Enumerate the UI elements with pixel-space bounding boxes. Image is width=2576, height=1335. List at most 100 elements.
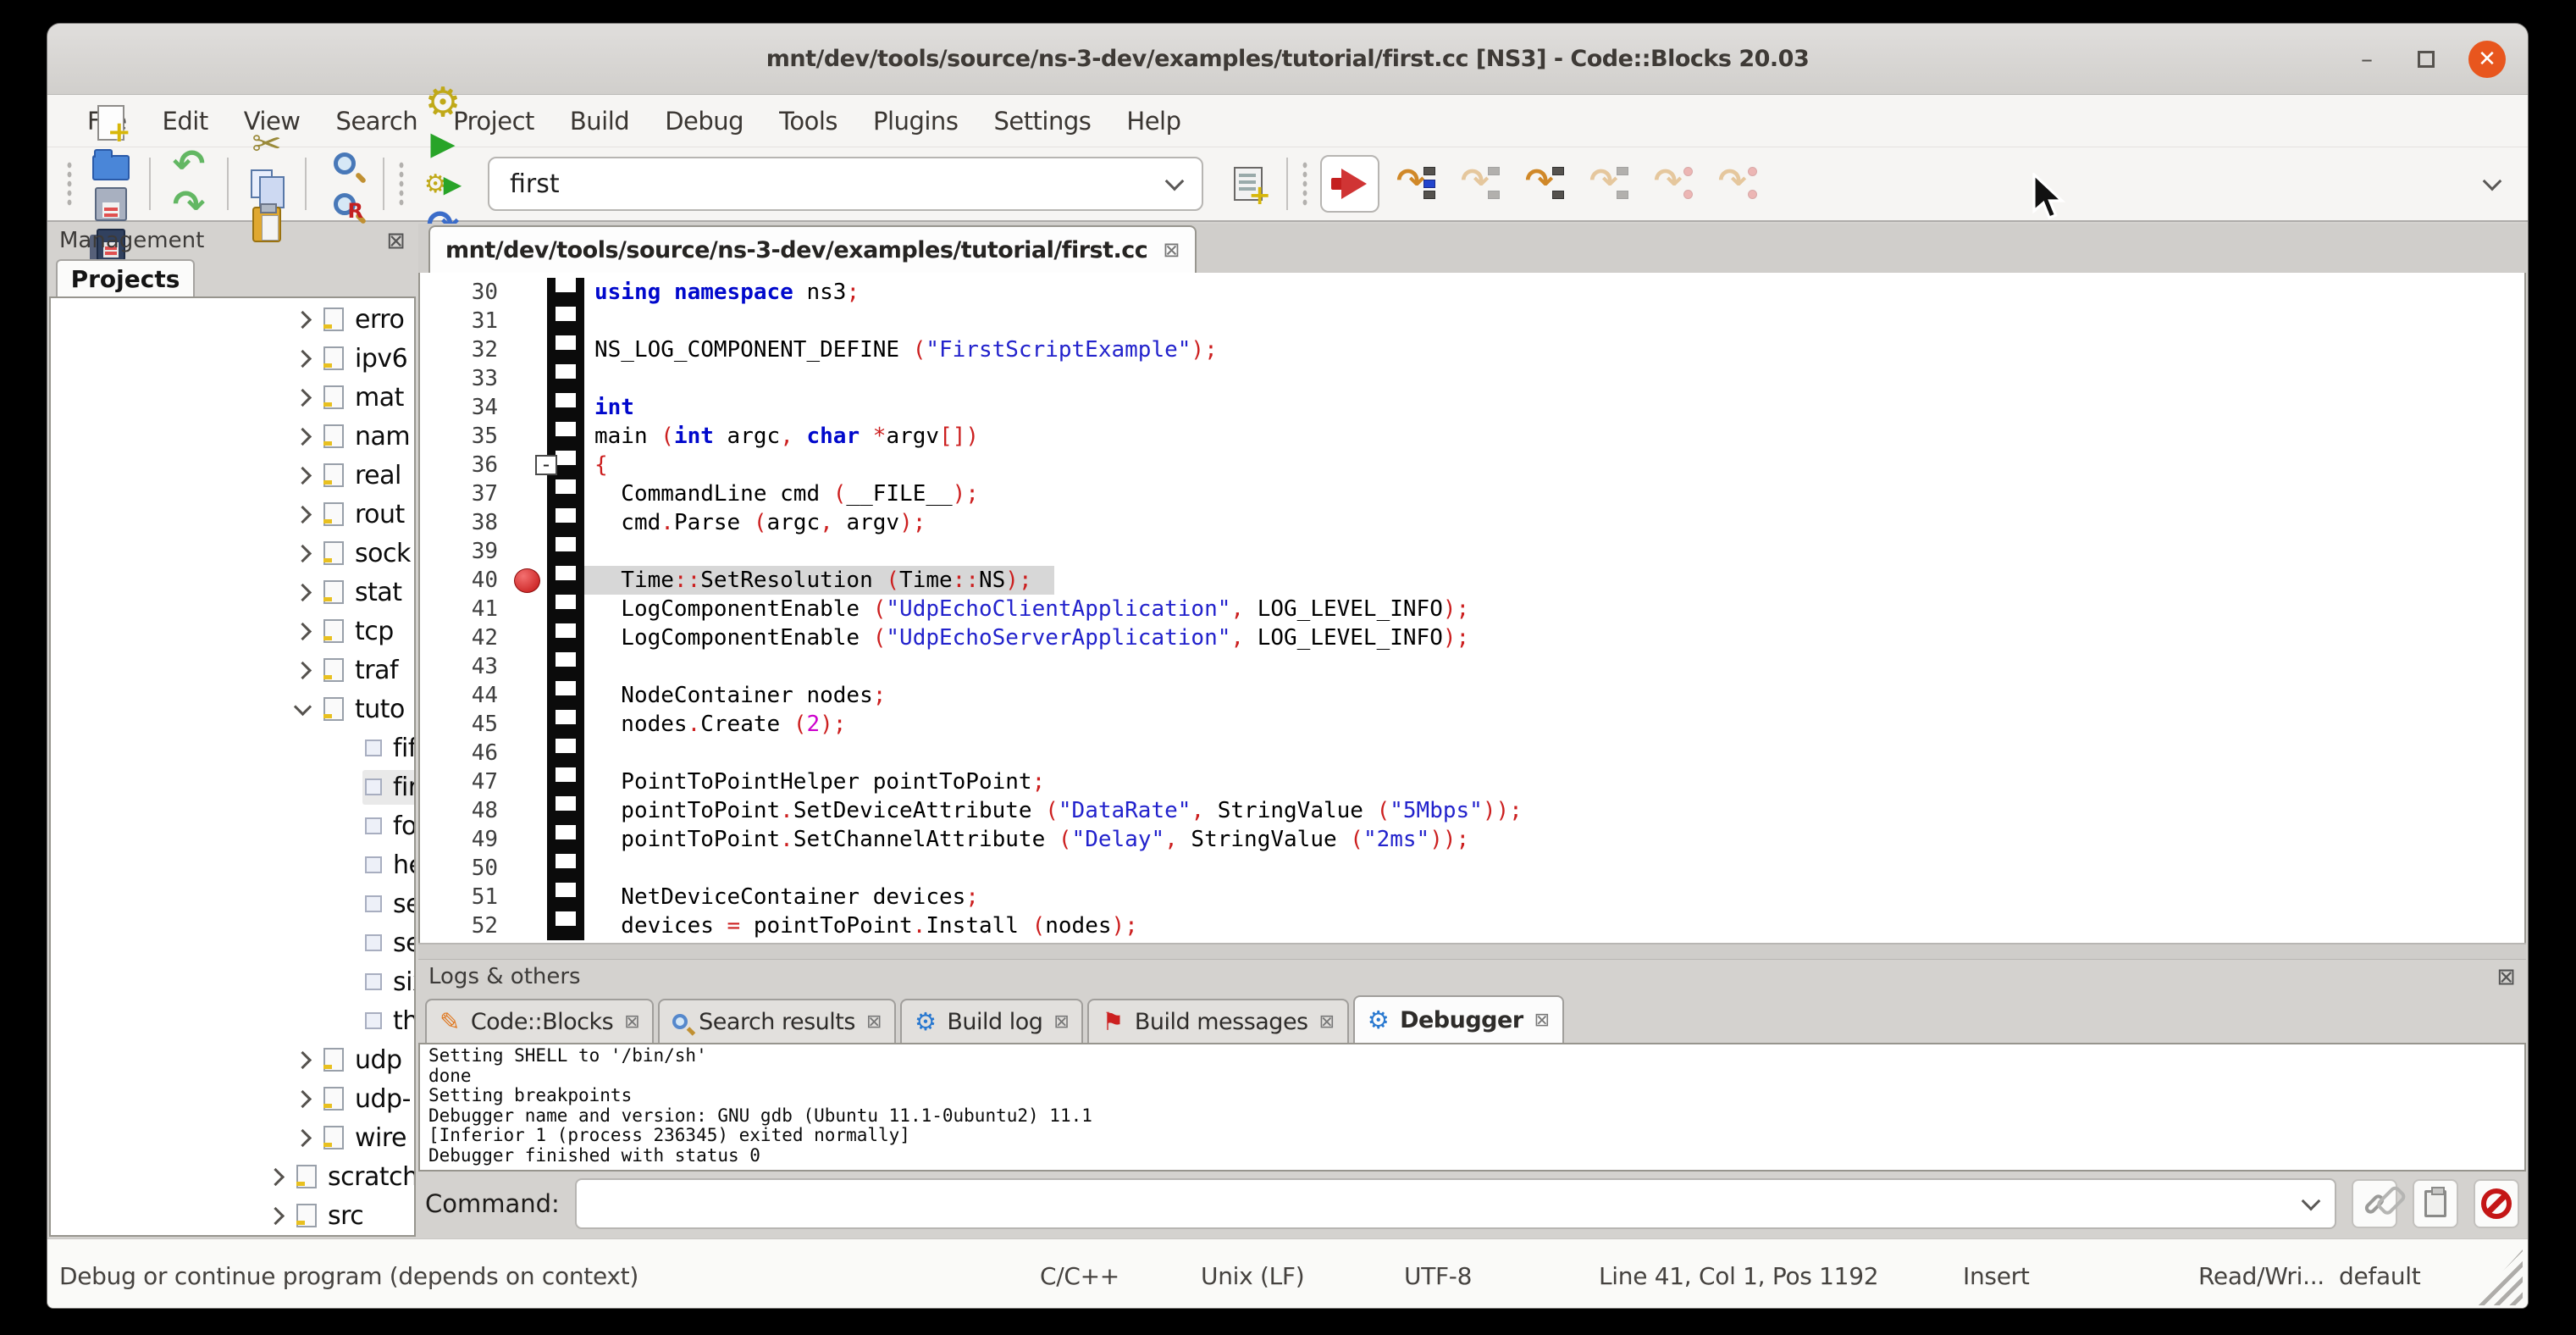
fold-margin[interactable]	[547, 854, 584, 883]
run-icon[interactable]: ▶	[423, 123, 463, 163]
menu-edit[interactable]: Edit	[145, 107, 226, 136]
line-number[interactable]: 33	[420, 364, 511, 393]
tree-item-real[interactable]: real	[51, 456, 414, 495]
breakpoint-margin[interactable]	[511, 364, 547, 393]
tab-projects[interactable]: Projects	[56, 259, 195, 296]
redo-icon[interactable]: ↷	[169, 184, 209, 224]
line-number[interactable]: 48	[420, 796, 511, 825]
line-number[interactable]: 40	[420, 566, 511, 595]
code-line-36[interactable]: 36-{	[420, 451, 2524, 479]
step-into-button[interactable]: ↷	[1525, 163, 1566, 204]
run-to-cursor-button[interactable]: ↷	[1396, 163, 1437, 204]
next-line-button[interactable]: ↷	[1461, 163, 1501, 204]
line-number[interactable]: 51	[420, 883, 511, 911]
breakpoint-margin[interactable]	[511, 479, 547, 508]
debugger-log[interactable]: Setting SHELL to '/bin/sh'doneSetting br…	[418, 1043, 2526, 1172]
breakpoint-margin[interactable]	[511, 796, 547, 825]
breakpoint-margin[interactable]	[511, 883, 547, 911]
breakpoint-margin[interactable]	[511, 854, 547, 883]
next-instruction-button[interactable]: ↷	[1654, 163, 1694, 204]
tree-item-scratch[interactable]: scratch	[51, 1157, 414, 1196]
breakpoint-margin[interactable]	[511, 739, 547, 767]
clear-log-button[interactable]	[2474, 1179, 2519, 1228]
open-file-icon[interactable]	[91, 143, 131, 184]
code-line-44[interactable]: 44 NodeContainer nodes;	[420, 681, 2524, 710]
editor-logs-splitter[interactable]	[418, 943, 2526, 960]
breakpoint-margin[interactable]	[511, 307, 547, 335]
tab-close-icon[interactable]: ⊠	[1534, 1010, 1550, 1031]
copy-icon[interactable]	[246, 163, 287, 204]
fold-margin[interactable]	[547, 422, 584, 451]
undo-icon[interactable]: ↶	[169, 143, 209, 184]
breakpoint-margin[interactable]	[511, 911, 547, 940]
logs-tab-debugger[interactable]: ⚙Debugger⊠	[1353, 995, 1564, 1043]
code-editor[interactable]: 30using namespace ns3;3132NS_LOG_COMPONE…	[418, 273, 2526, 943]
code-line-48[interactable]: 48 pointToPoint.SetDeviceAttribute ("Dat…	[420, 796, 2524, 825]
tree-item-udp[interactable]: udp-	[51, 1079, 414, 1118]
project-tree[interactable]: erroipv6matnamrealroutsockstattcptraftut…	[49, 296, 416, 1237]
fold-margin[interactable]	[547, 710, 584, 739]
resize-grip[interactable]	[2472, 1249, 2523, 1305]
breakpoint-margin[interactable]	[511, 278, 547, 307]
code-line-47[interactable]: 47 PointToPointHelper pointToPoint;	[420, 767, 2524, 796]
code-line-32[interactable]: 32NS_LOG_COMPONENT_DEFINE ("FirstScriptE…	[420, 335, 2524, 364]
tree-item-six[interactable]: six	[51, 962, 414, 1001]
code-line-40[interactable]: 40 Time::SetResolution (Time::NS);	[420, 566, 2524, 595]
code-line-45[interactable]: 45 nodes.Create (2);	[420, 710, 2524, 739]
fold-margin[interactable]	[547, 911, 584, 940]
build-and-run-icon[interactable]: ⚙▶	[423, 163, 463, 204]
fold-margin[interactable]	[547, 681, 584, 710]
step-out-button[interactable]: ↷	[1589, 163, 1630, 204]
tree-item-udp[interactable]: udp	[51, 1040, 414, 1079]
line-number[interactable]: 35	[420, 422, 511, 451]
close-button[interactable]: ✕	[2468, 41, 2506, 78]
code-line-49[interactable]: 49 pointToPoint.SetChannelAttribute ("De…	[420, 825, 2524, 854]
fold-margin[interactable]	[547, 623, 584, 652]
tab-close-icon[interactable]: ⊠	[1053, 1011, 1069, 1033]
fold-margin[interactable]	[547, 883, 584, 911]
build-icon[interactable]: ⚙	[423, 82, 463, 123]
breakpoint-margin[interactable]	[511, 767, 547, 796]
editor-tab-first-cc[interactable]: mnt/dev/tools/source/ns-3-dev/examples/t…	[428, 225, 1197, 273]
line-number[interactable]: 34	[420, 393, 511, 422]
command-chevron-icon[interactable]	[2302, 1192, 2321, 1211]
menu-help[interactable]: Help	[1108, 107, 1198, 136]
menu-build[interactable]: Build	[552, 107, 647, 136]
line-number[interactable]: 50	[420, 854, 511, 883]
line-number[interactable]: 44	[420, 681, 511, 710]
tree-item-nam[interactable]: nam	[51, 417, 414, 456]
logs-tab-search-results[interactable]: Search results⊠	[658, 999, 896, 1043]
breakpoint-margin[interactable]	[511, 623, 547, 652]
code-line-42[interactable]: 42 LogComponentEnable ("UdpEchoServerApp…	[420, 623, 2524, 652]
menu-settings[interactable]: Settings	[976, 107, 1108, 136]
line-number[interactable]: 41	[420, 595, 511, 623]
menu-tools[interactable]: Tools	[761, 107, 855, 136]
code-line-43[interactable]: 43	[420, 652, 2524, 681]
breakpoint-margin[interactable]	[511, 652, 547, 681]
tab-close-icon[interactable]: ⊠	[624, 1011, 639, 1033]
title-bar[interactable]: mnt/dev/tools/source/ns-3-dev/examples/t…	[47, 24, 2528, 95]
fold-open-icon[interactable]: -	[535, 455, 557, 475]
debugging-windows-icon[interactable]	[1228, 163, 1269, 204]
tree-item-fif[interactable]: fif	[51, 728, 414, 767]
save-icon[interactable]	[91, 184, 131, 224]
tab-close-icon[interactable]: ⊠	[1319, 1011, 1335, 1033]
code-line-35[interactable]: 35main (int argc, char *argv[])	[420, 422, 2524, 451]
tree-item-rout[interactable]: rout	[51, 495, 414, 534]
code-line-30[interactable]: 30using namespace ns3;	[420, 278, 2524, 307]
logs-tab-code-blocks[interactable]: ✎Code::Blocks⊠	[425, 999, 654, 1043]
code-line-41[interactable]: 41 LogComponentEnable ("UdpEchoClientApp…	[420, 595, 2524, 623]
line-number[interactable]: 38	[420, 508, 511, 537]
code-line-46[interactable]: 46	[420, 739, 2524, 767]
fold-margin[interactable]	[547, 652, 584, 681]
step-into-instruction-button[interactable]: ↷	[1718, 163, 1759, 204]
code-line-31[interactable]: 31	[420, 307, 2524, 335]
line-number[interactable]: 36	[420, 451, 511, 479]
fold-margin[interactable]	[547, 537, 584, 566]
cut-icon[interactable]: ✂	[246, 123, 287, 163]
breakpoint-margin[interactable]	[511, 335, 547, 364]
breakpoint-margin[interactable]	[511, 393, 547, 422]
maximize-button[interactable]	[2409, 42, 2443, 76]
line-number[interactable]: 30	[420, 278, 511, 307]
tree-item-th[interactable]: th	[51, 1001, 414, 1040]
